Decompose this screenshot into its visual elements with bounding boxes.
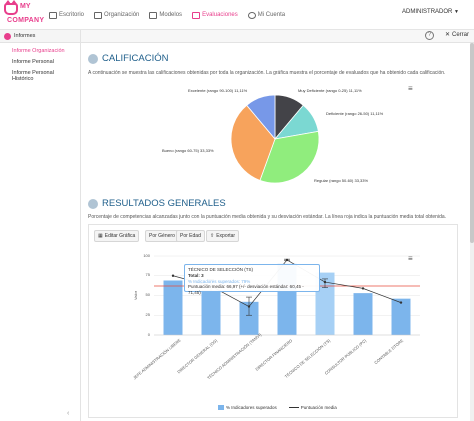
bar [391,298,411,335]
legend-swatch [218,405,224,410]
chart-tooltip: TÉCNICO DE SELECCIÓN (TS) Total: 3 % Ind… [184,264,320,295]
chart-legend: % Indicadores superados Puntuación media [218,405,337,410]
bar-chart [154,255,420,336]
mean-point [285,258,289,262]
mean-point [361,287,365,290]
tooltip-line: Puntuación media: 66,97 (+/- desviación … [188,284,304,296]
mean-point [171,274,175,277]
bar [353,293,373,335]
mean-point [399,301,403,304]
legend-swatch [288,407,299,408]
y-tick: 25 [145,312,150,317]
y-tick: 75 [145,272,150,277]
legend-item-line[interactable]: Puntuación media [288,405,337,410]
mean-point [247,305,251,308]
bar [201,289,221,335]
y-tick: 100 [143,253,150,258]
legend-label: Puntuación media [300,405,337,410]
mean-point [323,280,327,284]
bar [163,280,183,335]
y-tick: 50 [145,292,150,297]
legend-item-bars[interactable]: % Indicadores superados [218,405,277,410]
y-tick: 0 [147,332,150,337]
legend-label: % Indicadores superados [226,405,277,410]
y-axis-label: Valor [133,290,138,300]
